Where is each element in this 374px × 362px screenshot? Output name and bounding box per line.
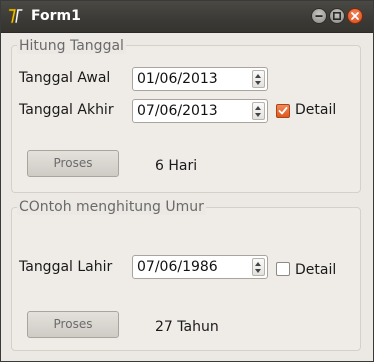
start-date-picker[interactable]: 01/06/2013 — [132, 67, 268, 91]
spin-up-icon[interactable] — [255, 74, 261, 78]
start-date-spinner[interactable] — [252, 70, 265, 88]
age-process-button[interactable]: Proses — [27, 311, 119, 338]
app-icon — [6, 6, 26, 26]
spin-up-icon[interactable] — [255, 262, 261, 266]
age-result-text: 27 Tahun — [155, 319, 219, 335]
minimize-icon — [315, 15, 323, 17]
checkmark-icon — [278, 107, 288, 115]
close-button[interactable] — [347, 8, 363, 24]
close-icon — [351, 12, 359, 20]
spin-down-icon[interactable] — [255, 113, 261, 117]
form-window: Form1 Hitung Tanggal Tanggal Awal 01/06/… — [0, 0, 374, 362]
maximize-icon — [332, 11, 342, 21]
age-detail-label[interactable]: Detail — [295, 262, 336, 278]
title-bar[interactable]: Form1 — [1, 1, 373, 33]
date-detail-checkbox[interactable] — [276, 104, 290, 118]
spin-down-icon[interactable] — [255, 81, 261, 85]
birth-date-picker[interactable]: 07/06/1986 — [132, 255, 268, 279]
date-detail-label[interactable]: Detail — [295, 102, 336, 118]
window-title: Form1 — [31, 8, 81, 24]
birth-date-spinner[interactable] — [252, 258, 265, 276]
date-result-text: 6 Hari — [155, 158, 198, 174]
start-date-value[interactable]: 01/06/2013 — [137, 71, 218, 87]
date-process-button[interactable]: Proses — [27, 150, 119, 177]
spin-down-icon[interactable] — [255, 269, 261, 273]
spin-up-icon[interactable] — [255, 106, 261, 110]
age-detail-checkbox[interactable] — [276, 262, 290, 276]
end-date-value[interactable]: 07/06/2013 — [137, 103, 218, 119]
end-date-picker[interactable]: 07/06/2013 — [132, 99, 268, 123]
birth-date-label: Tanggal Lahir — [19, 259, 113, 275]
end-date-spinner[interactable] — [252, 102, 265, 120]
start-date-label: Tanggal Awal — [19, 70, 111, 86]
end-date-label: Tanggal Akhir — [19, 102, 114, 118]
maximize-button[interactable] — [329, 8, 345, 24]
birth-date-value[interactable]: 07/06/1986 — [137, 259, 218, 275]
date-calc-group-title: Hitung Tanggal — [17, 38, 126, 54]
minimize-button[interactable] — [311, 8, 327, 24]
age-calc-group-title: COntoh menghitung Umur — [17, 199, 206, 215]
